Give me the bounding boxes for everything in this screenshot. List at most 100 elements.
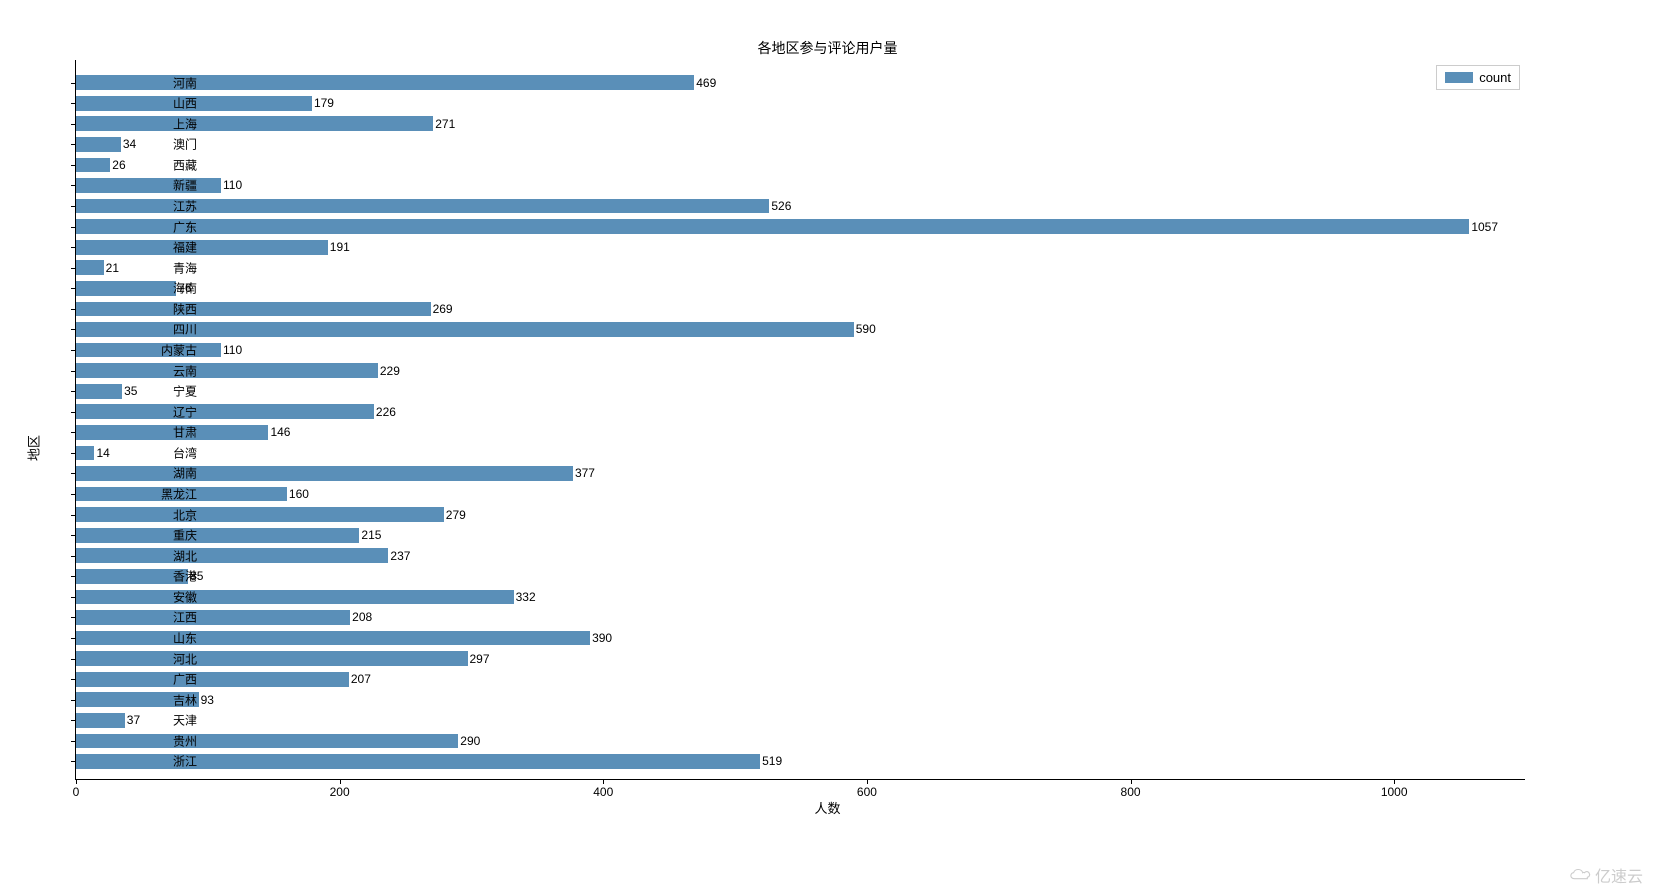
x-tick-mark [76,779,77,784]
y-tick-mark [71,103,76,104]
bar-row: 34 [76,137,136,152]
bar-row: 279 [76,507,466,522]
bar-row: 37 [76,713,140,728]
bar-row: 1057 [76,219,1498,234]
bar-value-label: 93 [201,693,214,707]
y-tick-label: 重庆 [173,527,197,544]
bar-value-label: 526 [771,199,791,213]
x-tick-mark [1131,779,1132,784]
bar-value-label: 179 [314,96,334,110]
bar-value-label: 279 [446,508,466,522]
y-tick-mark [71,83,76,84]
bar-row: 332 [76,590,536,605]
y-tick-mark [71,638,76,639]
y-tick-label: 山东 [173,630,197,647]
y-tick-mark [71,617,76,618]
bar [76,240,328,255]
bar-value-label: 14 [96,446,109,460]
bar-row: 390 [76,631,612,646]
bar-row: 271 [76,116,455,131]
y-tick-mark [71,144,76,145]
y-tick-label: 西藏 [173,156,197,173]
bar [76,548,388,563]
x-tick-label: 1000 [1381,785,1408,799]
y-tick-mark [71,206,76,207]
bar-value-label: 590 [856,322,876,336]
y-tick-label: 河北 [173,650,197,667]
cloud-icon [1569,868,1591,882]
y-tick-mark [71,309,76,310]
y-tick-label: 广东 [173,218,197,235]
bar [76,590,514,605]
bar [76,302,431,317]
bar-row: 14 [76,446,110,461]
y-tick-label: 上海 [173,115,197,132]
bar-value-label: 160 [289,487,309,501]
bar-row: 237 [76,548,410,563]
x-tick-label: 400 [593,785,613,799]
x-tick-mark [340,779,341,784]
bar-row: 226 [76,404,396,419]
bar-row: 269 [76,302,453,317]
y-tick-label: 广西 [173,671,197,688]
y-tick-mark [71,494,76,495]
x-axis-label: 人数 [814,798,840,817]
bar-value-label: 26 [112,158,125,172]
bar-value-label: 208 [352,610,372,624]
y-tick-mark [71,350,76,351]
bar-row: 290 [76,734,480,749]
bar-value-label: 34 [123,137,136,151]
y-tick-mark [71,268,76,269]
bar-row: 191 [76,240,350,255]
bar [76,734,458,749]
bar-value-label: 332 [516,590,536,604]
bar [76,116,433,131]
y-tick-label: 新疆 [173,177,197,194]
y-tick-label: 云南 [173,362,197,379]
y-tick-label: 北京 [173,506,197,523]
bar-value-label: 519 [762,754,782,768]
y-tick-label: 宁夏 [173,383,197,400]
bar-value-label: 226 [376,405,396,419]
bars-container: 4691792713426110526105719121762695901102… [76,60,1525,779]
bar-value-label: 1057 [1471,220,1498,234]
bar [76,610,350,625]
y-tick-mark [71,227,76,228]
y-tick-mark [71,659,76,660]
x-tick-label: 800 [1121,785,1141,799]
bar-value-label: 377 [575,466,595,480]
bar [76,137,121,152]
y-tick-mark [71,597,76,598]
bar [76,569,188,584]
bar-value-label: 110 [223,343,242,357]
x-tick-mark [867,779,868,784]
y-tick-label: 湖南 [173,465,197,482]
bar [76,343,221,358]
y-axis-label: 地区 [24,434,43,460]
bar-row: 35 [76,384,137,399]
bar-row: 26 [76,158,126,173]
y-tick-mark [71,391,76,392]
y-tick-label: 安徽 [173,588,197,605]
y-tick-label: 海南 [173,280,197,297]
bar-value-label: 271 [435,117,455,131]
bar [76,178,221,193]
bar [76,446,94,461]
y-tick-mark [71,535,76,536]
bar [76,281,176,296]
bar-row: 208 [76,610,372,625]
y-tick-label: 澳门 [173,136,197,153]
x-tick-label: 600 [857,785,877,799]
bar-value-label: 469 [696,76,716,90]
y-tick-mark [71,473,76,474]
bar-row: 207 [76,672,371,687]
y-tick-mark [71,288,76,289]
y-tick-label: 辽宁 [173,403,197,420]
y-tick-mark [71,515,76,516]
y-tick-mark [71,453,76,454]
y-tick-label: 湖北 [173,547,197,564]
bar-row: 110 [76,343,242,358]
chart-title: 各地区参与评论用户量 [758,38,898,58]
y-tick-label: 香港 [173,568,197,585]
y-tick-mark [71,247,76,248]
